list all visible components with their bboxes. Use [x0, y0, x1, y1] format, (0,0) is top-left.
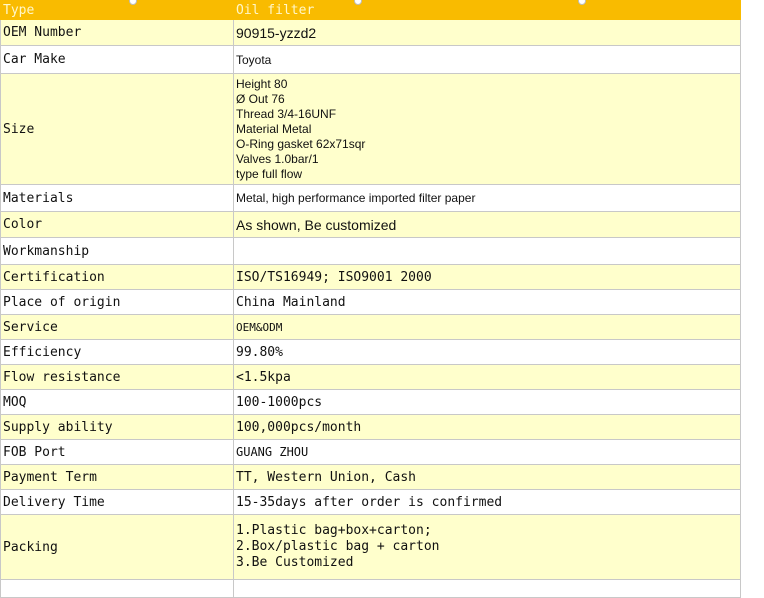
packing-line: 1.Plastic bag+box+carton; — [236, 523, 432, 538]
row-key: Materials — [0, 184, 234, 212]
row-value: 15-35days after order is confirmed — [233, 489, 741, 515]
size-line: Thread 3/4-16UNF — [236, 106, 337, 121]
row-value: Toyota — [233, 45, 741, 74]
table-row: Size Height 80 Ø Out 76 Thread 3/4-16UNF… — [0, 73, 741, 185]
header-value: Oil filter — [233, 0, 741, 20]
row-key: Size — [0, 73, 234, 185]
table-row: Efficiency 99.80% — [0, 339, 741, 365]
row-key: Workmanship — [0, 237, 234, 265]
table-row: Delivery Time 15-35days after order is c… — [0, 489, 741, 515]
row-value: 100,000pcs/month — [233, 414, 741, 440]
size-cell: Height 80 Ø Out 76 Thread 3/4-16UNF Mate… — [233, 73, 741, 185]
row-key: Payment Term — [0, 464, 234, 490]
row-key: Packing — [0, 514, 234, 580]
table-row: Car Make Toyota — [0, 45, 741, 74]
row-value: 90915-yzzd2 — [233, 19, 741, 46]
table-row: Flow resistance <1.5kpa — [0, 364, 741, 390]
table-row: MOQ 100-1000pcs — [0, 389, 741, 415]
row-key: OEM Number — [0, 19, 234, 46]
row-key: Supply ability — [0, 414, 234, 440]
table-row: Color As shown, Be customized — [0, 211, 741, 238]
row-key: Place of origin — [0, 289, 234, 315]
row-key: Flow resistance — [0, 364, 234, 390]
size-line: Height 80 — [236, 76, 288, 91]
table-row: Service OEM&ODM — [0, 314, 741, 340]
table-row: Packing 1.Plastic bag+box+carton; 2.Box/… — [0, 514, 741, 580]
row-value: ISO/TS16949; ISO9001 2000 — [233, 264, 741, 290]
table-row — [0, 579, 741, 598]
row-value: TT, Western Union, Cash — [233, 464, 741, 490]
row-key — [0, 579, 234, 598]
packing-line: 3.Be Customized — [236, 555, 354, 570]
row-key: Color — [0, 211, 234, 238]
size-line: O-Ring gasket 62x71sqr — [236, 136, 366, 151]
row-value: As shown, Be customized — [233, 211, 741, 238]
row-key: Service — [0, 314, 234, 340]
row-key: Delivery Time — [0, 489, 234, 515]
spec-table: Type Oil filter OEM Number 90915-yzzd2 C… — [0, 0, 741, 598]
row-key: Certification — [0, 264, 234, 290]
packing-line: 2.Box/plastic bag + carton — [236, 539, 440, 554]
row-value: OEM&ODM — [233, 314, 741, 340]
size-line: Ø Out 76 — [236, 91, 285, 106]
header-row: Type Oil filter — [0, 0, 741, 20]
row-key: FOB Port — [0, 439, 234, 465]
table-row: Place of origin China Mainland — [0, 289, 741, 315]
table-row: Supply ability 100,000pcs/month — [0, 414, 741, 440]
table-row: Certification ISO/TS16949; ISO9001 2000 — [0, 264, 741, 290]
row-value — [233, 579, 741, 598]
row-value: 99.80% — [233, 339, 741, 365]
table-row: Materials Metal, high performance import… — [0, 184, 741, 212]
row-value: 100-1000pcs — [233, 389, 741, 415]
row-key: Car Make — [0, 45, 234, 74]
size-line: Valves 1.0bar/1 — [236, 151, 319, 166]
size-line: type full flow — [236, 166, 303, 181]
row-value: China Mainland — [233, 289, 741, 315]
size-line: Material Metal — [236, 121, 312, 136]
row-value: Metal, high performance imported filter … — [233, 184, 741, 212]
packing-cell: 1.Plastic bag+box+carton; 2.Box/plastic … — [233, 514, 741, 580]
table-row: Workmanship — [0, 237, 741, 265]
row-value: <1.5kpa — [233, 364, 741, 390]
table-row: Payment Term TT, Western Union, Cash — [0, 464, 741, 490]
row-value: GUANG ZHOU — [233, 439, 741, 465]
table-row: OEM Number 90915-yzzd2 — [0, 19, 741, 46]
header-key: Type — [0, 0, 234, 20]
row-value — [233, 237, 741, 265]
table-row: FOB Port GUANG ZHOU — [0, 439, 741, 465]
row-key: Efficiency — [0, 339, 234, 365]
row-key: MOQ — [0, 389, 234, 415]
